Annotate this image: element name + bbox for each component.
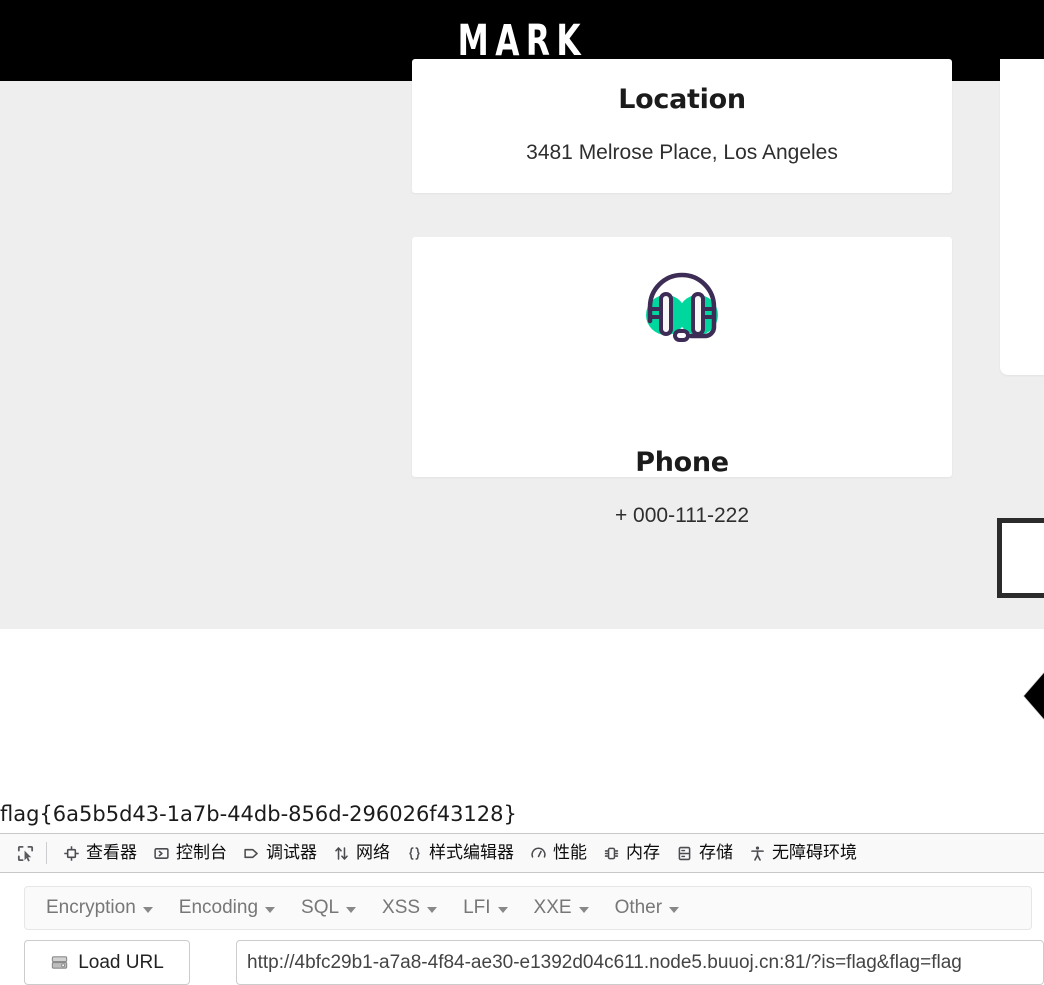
hackbar-menu-xss[interactable]: XSS xyxy=(369,891,450,925)
devtools-toolbar: 查看器 控制台 调试器 网络 样式编辑器 性能 内存 存储 无障碍环境 xyxy=(0,833,1044,873)
hackbar-menu-label: Other xyxy=(614,897,663,918)
contact-card-phone: Phone + 000-111-222 xyxy=(412,237,952,527)
accessibility-icon xyxy=(751,845,764,861)
load-url-label: Load URL xyxy=(78,951,164,973)
headset-icon-wrapper xyxy=(412,259,952,359)
browser-viewport: MARK Location 3481 Melrose Place, Los An… xyxy=(0,0,1044,985)
devtools-tab-network[interactable]: 网络 xyxy=(325,838,398,868)
devtools-tab-label: 内存 xyxy=(626,842,660,863)
chevron-down-icon xyxy=(669,906,680,913)
memory-icon xyxy=(604,847,619,859)
site-brand-logo[interactable]: MARK xyxy=(457,19,586,62)
element-picker-button[interactable] xyxy=(8,838,42,868)
devtools-separator xyxy=(46,842,47,864)
carousel-prev-arrow-icon[interactable] xyxy=(1024,666,1044,726)
storage-icon xyxy=(678,846,691,860)
style-editor-icon xyxy=(409,846,420,860)
hackbar-menu-other[interactable]: Other xyxy=(602,891,693,925)
offscreen-bordered-box xyxy=(997,518,1044,598)
devtools-tab-label: 调试器 xyxy=(266,842,317,863)
hackbar-url-row: Load URL http://4bfc29b1-a7a8-4f84-ae30-… xyxy=(24,940,1044,985)
devtools-tab-label: 网络 xyxy=(356,842,390,863)
network-icon xyxy=(335,846,348,860)
hackbar-menu-bar: Encryption Encoding SQL XSS LFI XXE Othe… xyxy=(24,886,1032,930)
load-url-button[interactable]: Load URL xyxy=(24,940,190,985)
console-icon xyxy=(154,847,169,859)
devtools-tab-label: 性能 xyxy=(553,842,587,863)
devtools-tab-console[interactable]: 控制台 xyxy=(145,838,235,868)
devtools-tab-accessibility[interactable]: 无障碍环境 xyxy=(741,838,865,868)
url-input[interactable]: http://4bfc29b1-a7a8-4f84-ae30-e1392d04c… xyxy=(236,940,1044,985)
chevron-down-icon xyxy=(427,906,438,913)
devtools-tab-label: 样式编辑器 xyxy=(429,842,514,863)
hackbar-panel: Encryption Encoding SQL XSS LFI XXE Othe… xyxy=(0,874,1044,985)
chevron-down-icon xyxy=(265,906,276,913)
devtools-tab-label: 无障碍环境 xyxy=(772,842,857,863)
devtools-tab-label: 存储 xyxy=(699,842,733,863)
hackbar-menu-sql[interactable]: SQL xyxy=(288,891,369,925)
hackbar-menu-lfi[interactable]: LFI xyxy=(450,891,520,925)
hackbar-menu-label: XSS xyxy=(382,897,421,918)
element-picker-icon xyxy=(17,845,33,861)
hackbar-menu-label: SQL xyxy=(301,897,340,918)
hackbar-menu-label: XXE xyxy=(533,897,572,918)
hackbar-menu-encoding[interactable]: Encoding xyxy=(166,891,288,925)
flag-output-text: flag{6a5b5d43-1a7b-44db-856d-296026f4312… xyxy=(0,802,517,826)
server-icon xyxy=(52,956,68,969)
devtools-tab-style-editor[interactable]: 样式编辑器 xyxy=(398,838,522,868)
chevron-down-icon xyxy=(578,906,589,913)
phone-card-title: Phone xyxy=(635,447,729,478)
location-card-title: Location xyxy=(618,84,746,115)
debugger-icon xyxy=(244,848,258,858)
hackbar-menu-xxe[interactable]: XXE xyxy=(521,891,602,925)
headset-icon xyxy=(646,272,718,342)
chevron-down-icon xyxy=(142,906,153,913)
devtools-tab-memory[interactable]: 内存 xyxy=(595,838,668,868)
hackbar-menu-label: LFI xyxy=(463,897,491,918)
contact-card-location: Location 3481 Melrose Place, Los Angeles xyxy=(412,59,952,193)
hackbar-menu-label: Encryption xyxy=(46,897,136,918)
devtools-tab-debugger[interactable]: 调试器 xyxy=(235,838,325,868)
inspector-icon xyxy=(64,845,79,861)
devtools-tab-performance[interactable]: 性能 xyxy=(522,838,595,868)
chevron-down-icon xyxy=(346,906,357,913)
contact-card-offscreen xyxy=(1000,59,1044,375)
chevron-down-icon xyxy=(497,906,508,913)
devtools-tab-label: 控制台 xyxy=(176,842,227,863)
hackbar-menu-label: Encoding xyxy=(178,897,259,918)
devtools-tab-inspector[interactable]: 查看器 xyxy=(55,838,145,868)
location-card-text: 3481 Melrose Place, Los Angeles xyxy=(526,141,838,164)
devtools-tab-label: 查看器 xyxy=(86,842,137,863)
devtools-tab-storage[interactable]: 存储 xyxy=(668,838,741,868)
performance-icon xyxy=(531,846,546,858)
phone-card-text: + 000-111-222 xyxy=(614,504,750,527)
hackbar-menu-encryption[interactable]: Encryption xyxy=(33,891,166,925)
contact-section: Location 3481 Melrose Place, Los Angeles xyxy=(0,59,1044,629)
